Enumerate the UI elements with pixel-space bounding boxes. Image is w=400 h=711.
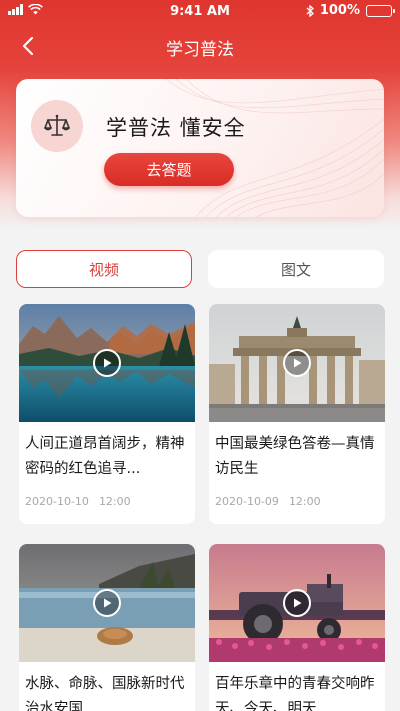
tab-articles[interactable]: 图文: [208, 250, 384, 288]
play-icon: [283, 349, 311, 377]
tab-video[interactable]: 视频: [16, 250, 192, 288]
video-thumbnail: [19, 544, 195, 662]
video-title: 人间正道昂首阔步，精神密码的红色追寻...: [25, 436, 185, 477]
play-icon: [283, 589, 311, 617]
video-time: 12:00: [98, 495, 131, 508]
video-thumbnail: [209, 304, 385, 422]
quiz-promo-card: 学普法 懂安全 去答题: [16, 79, 384, 217]
page-title: 学习普法: [166, 40, 234, 60]
battery-percent: 100%: [319, 3, 360, 18]
video-thumbnail: [19, 304, 195, 422]
start-quiz-button[interactable]: 去答题: [104, 153, 234, 186]
promo-title: 学普法 懂安全: [106, 116, 246, 140]
video-card[interactable]: 中国最美绿色答卷—真情访民生 2020-10-09 12:00: [209, 304, 385, 524]
video-thumbnail: [209, 544, 385, 662]
status-bar: 9:41 AM 100%: [0, 0, 400, 24]
video-title: 中国最美绿色答卷—真情访民生: [215, 436, 375, 477]
video-card[interactable]: 水脉、命脉、国脉新时代治水安国: [19, 544, 195, 711]
navigation-bar: 学习普法: [0, 26, 400, 66]
play-icon: [93, 589, 121, 617]
video-title: 百年乐章中的青春交响昨天、今天、明天: [215, 676, 375, 711]
video-card[interactable]: 百年乐章中的青春交响昨天、今天、明天: [209, 544, 385, 711]
video-date: 2020-10-10: [25, 495, 89, 508]
video-card[interactable]: 人间正道昂首阔步，精神密码的红色追寻... 2020-10-10 12:00: [19, 304, 195, 524]
play-icon: [93, 349, 121, 377]
battery-icon: [366, 4, 395, 17]
video-title: 水脉、命脉、国脉新时代治水安国: [25, 676, 185, 711]
bluetooth-icon: [306, 4, 314, 17]
content-tabs: 视频 图文: [16, 250, 384, 288]
video-date: 2020-10-09: [215, 495, 279, 508]
video-time: 12:00: [288, 495, 321, 508]
law-scales-icon: [31, 100, 83, 152]
wave-pattern: [165, 79, 384, 217]
